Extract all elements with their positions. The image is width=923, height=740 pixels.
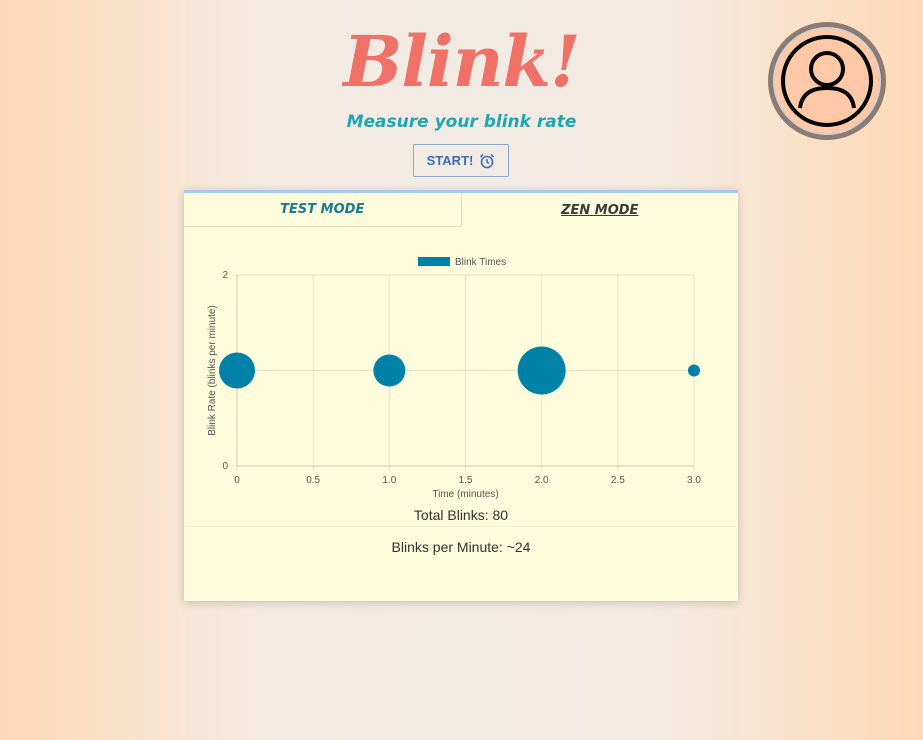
- start-button-label: START!: [426, 153, 474, 168]
- chart-bubble: [517, 346, 566, 395]
- blinks-per-minute: Blinks per Minute: ~24: [391, 539, 531, 555]
- start-button[interactable]: START!: [413, 144, 509, 177]
- y-axis-title: Blink Rate (blinks per minute): [207, 305, 218, 436]
- blink-chart: 0 0.5 1.0 1.5 2.0 2.5 3.0 0 2 Time (minutes) Blink…: [207, 257, 701, 500]
- x-axis-title: Time (minutes): [432, 489, 498, 500]
- x-tick-label: 2.0: [535, 475, 549, 486]
- legend-label: Blink Times: [455, 257, 506, 268]
- chart-legend: Blink Times: [418, 257, 506, 268]
- chart-bubble: [219, 352, 255, 389]
- chart-bubble: [688, 364, 700, 377]
- chart-bubble: [373, 354, 406, 387]
- alarm-clock-icon: [480, 153, 495, 168]
- y-tick-label: 0: [222, 461, 228, 472]
- blink-card: TEST MODE ZEN MODE 0 0.5 1.0 1.5 2.0 2.5 3.0 0 2…: [184, 190, 738, 601]
- mode-tabs: TEST MODE ZEN MODE: [184, 193, 738, 227]
- chart-axes: 0 0.5 1.0 1.5 2.0 2.5 3.0 0 2 Time (minutes) Blink…: [207, 270, 701, 500]
- x-tick-label: 0: [234, 475, 240, 486]
- x-tick-label: 1.5: [459, 475, 473, 486]
- x-tick-label: 1.0: [382, 475, 396, 486]
- stats-divider: [184, 526, 738, 527]
- chart-grid: [232, 274, 695, 471]
- x-tick-label: 0.5: [306, 475, 320, 486]
- tab-test-mode[interactable]: TEST MODE: [184, 193, 462, 227]
- x-tick-label: 2.5: [611, 475, 625, 486]
- total-blinks: Total Blinks: 80: [413, 507, 509, 523]
- user-avatar-button[interactable]: [768, 22, 886, 140]
- tab-zen-mode[interactable]: ZEN MODE: [461, 193, 738, 227]
- user-icon: [781, 35, 873, 127]
- x-tick-label: 3.0: [687, 475, 701, 486]
- y-tick-label: 2: [222, 270, 228, 281]
- legend-swatch: [418, 257, 450, 266]
